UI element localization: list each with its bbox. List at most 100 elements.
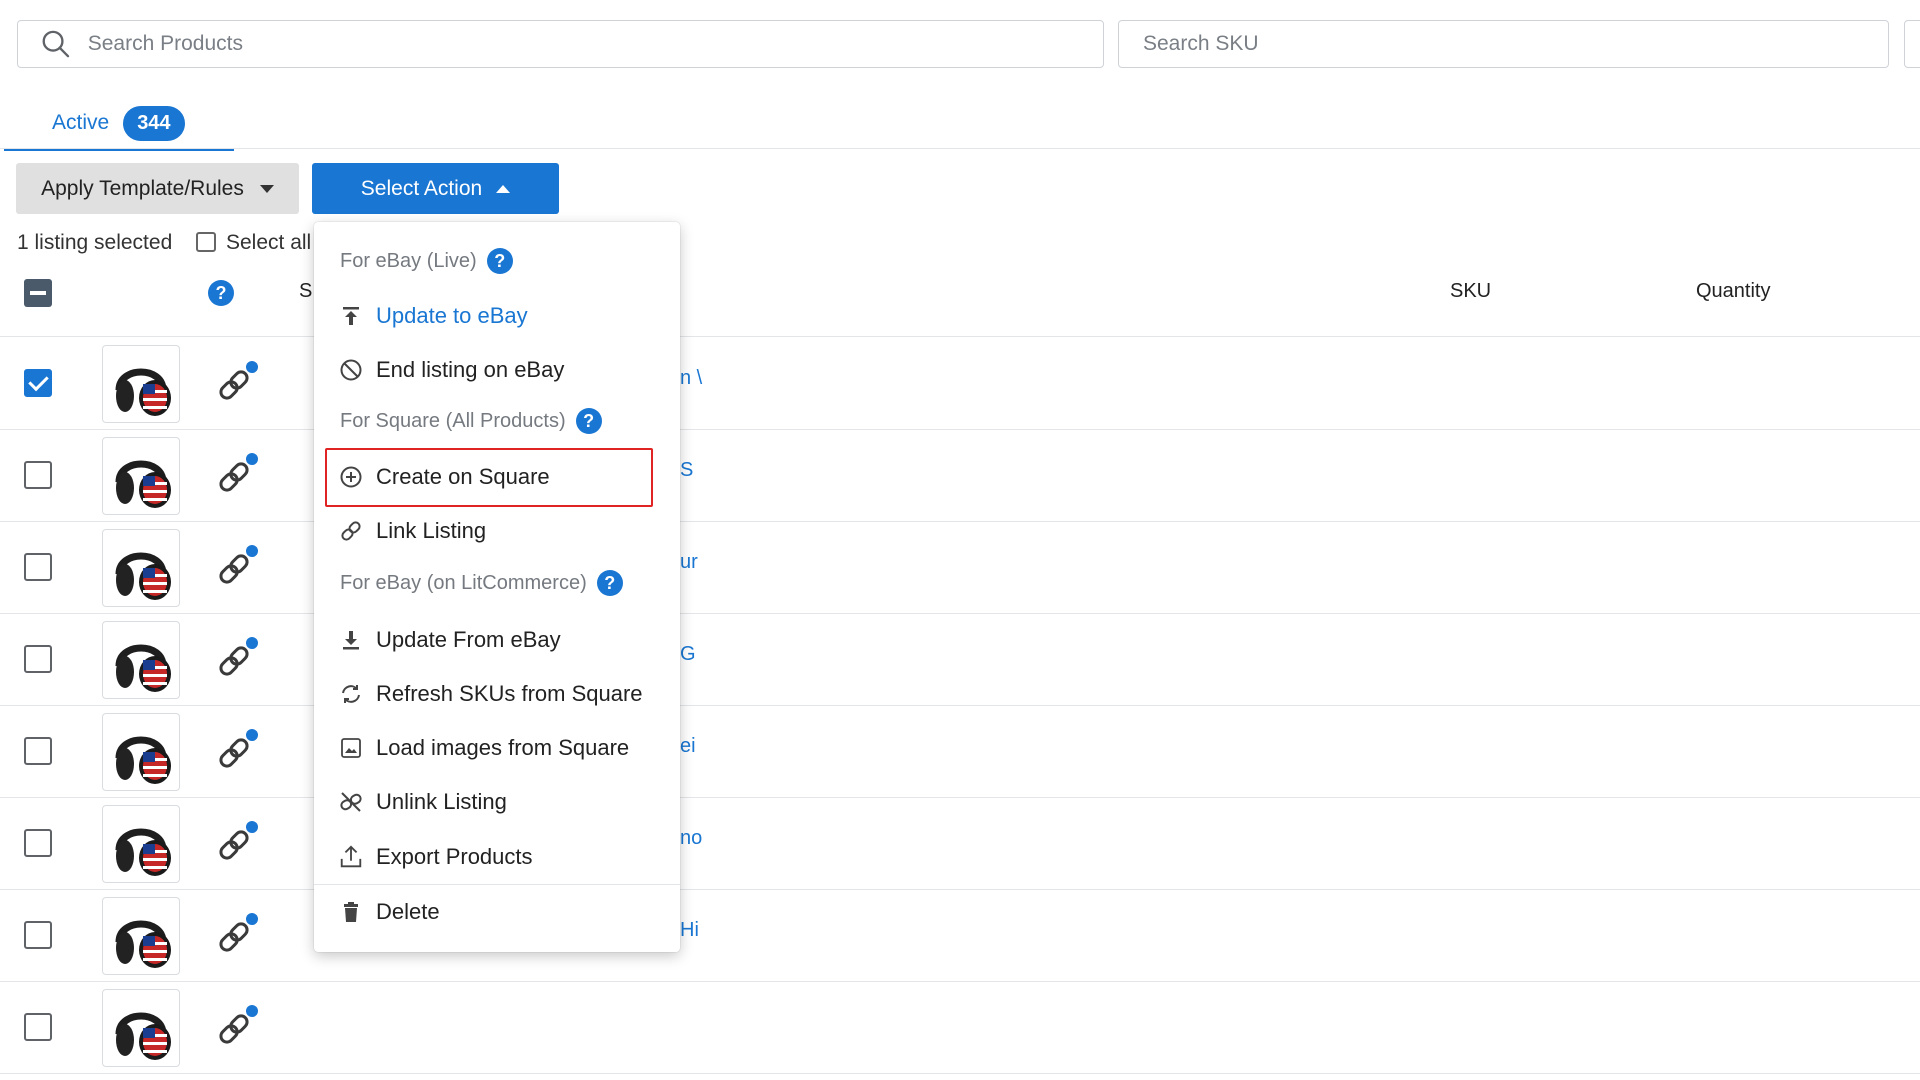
select-action-menu: For eBay (Live) ? Update to eBay End lis… [314, 222, 680, 952]
table-row[interactable]: ei [0, 705, 1920, 798]
row-checkbox[interactable] [24, 645, 52, 673]
row-checkbox[interactable] [24, 1013, 52, 1041]
search-icon [42, 30, 70, 58]
bulk-select-checkbox[interactable] [24, 279, 52, 307]
menu-group-ebay-live: For eBay (Live) ? [340, 248, 513, 274]
help-icon[interactable]: ? [208, 280, 234, 306]
menu-item-update-to-ebay[interactable]: Update to eBay [338, 298, 528, 334]
linked-status-icon[interactable] [212, 633, 262, 683]
table-row[interactable]: G [0, 613, 1920, 706]
menu-item-load-images[interactable]: Load images from Square [338, 730, 629, 766]
column-header-partial: S [299, 280, 313, 302]
row-checkbox[interactable] [24, 553, 52, 581]
select-action-button[interactable]: Select Action [312, 163, 559, 214]
linked-status-icon[interactable] [212, 541, 262, 591]
selection-status: 1 listing selected [17, 231, 173, 254]
row-checkbox[interactable] [24, 461, 52, 489]
menu-group-ebay-live-label: For eBay (Live) [340, 249, 477, 272]
menu-item-update-from-ebay-label: Update From eBay [376, 627, 561, 652]
headphones-image [115, 920, 171, 968]
row-checkbox[interactable] [24, 737, 52, 765]
menu-item-update-from-ebay[interactable]: Update From eBay [338, 622, 561, 658]
select-all-label: Select all [226, 231, 312, 254]
tab-active-count-badge: 344 [123, 105, 185, 141]
table-row[interactable]: ur [0, 521, 1920, 614]
search-sku-bar[interactable] [1118, 20, 1889, 68]
caret-down-icon [259, 184, 274, 193]
link-icon [338, 518, 364, 544]
refresh-icon [338, 681, 364, 707]
headphones-image [115, 1012, 171, 1060]
headphones-image [115, 828, 171, 876]
menu-item-export-products[interactable]: Export Products [338, 839, 533, 875]
headphones-image [115, 736, 171, 784]
linked-status-icon[interactable] [212, 357, 262, 407]
menu-item-link-listing[interactable]: Link Listing [338, 513, 486, 549]
column-header-sku[interactable]: SKU [1450, 280, 1491, 303]
export-icon [338, 844, 364, 870]
apply-template-rules-label: Apply Template/Rules [41, 176, 244, 200]
product-thumbnail[interactable] [102, 621, 180, 699]
table-row[interactable]: Hi [0, 889, 1920, 982]
linked-status-icon[interactable] [212, 1001, 262, 1051]
menu-item-refresh-skus[interactable]: Refresh SKUs from Square [338, 676, 643, 712]
menu-item-refresh-skus-label: Refresh SKUs from Square [376, 681, 643, 706]
trash-icon [338, 899, 364, 925]
headphones-image [115, 368, 171, 416]
search-sku-input[interactable] [1141, 31, 1888, 57]
menu-item-create-on-square[interactable]: Create on Square [338, 459, 550, 495]
row-title-peek: ur [680, 551, 698, 573]
product-thumbnail[interactable] [102, 805, 180, 883]
product-thumbnail[interactable] [102, 989, 180, 1067]
tab-active[interactable]: Active 344 [4, 98, 234, 151]
menu-item-delete[interactable]: Delete [338, 894, 440, 930]
menu-item-link-listing-label: Link Listing [376, 518, 487, 543]
upload-icon [338, 303, 364, 329]
menu-group-ebay-litcommerce-label: For eBay (on LitCommerce) [340, 571, 587, 594]
menu-item-unlink-listing[interactable]: Unlink Listing [338, 784, 507, 820]
tab-divider [0, 148, 1920, 149]
table-row[interactable] [0, 981, 1920, 1074]
row-checkbox[interactable] [24, 369, 52, 397]
row-title-peek: S [680, 459, 694, 481]
menu-item-load-images-label: Load images from Square [376, 735, 630, 760]
product-thumbnail[interactable] [102, 437, 180, 515]
menu-item-end-listing-on-ebay[interactable]: End listing on eBay [338, 352, 564, 388]
column-header-quantity[interactable]: Quantity [1696, 280, 1770, 303]
product-thumbnail[interactable] [102, 897, 180, 975]
select-all-checkbox[interactable] [196, 232, 216, 252]
row-title-peek: no [680, 827, 703, 849]
headphones-image [115, 552, 171, 600]
table-row[interactable]: S [0, 429, 1920, 522]
search-extra-bar[interactable] [1904, 20, 1920, 68]
product-thumbnail[interactable] [102, 345, 180, 423]
headphones-image [115, 460, 171, 508]
help-icon[interactable]: ? [486, 248, 513, 274]
row-title-peek: ei [680, 735, 696, 757]
linked-status-icon[interactable] [212, 817, 262, 867]
apply-template-rules-button[interactable]: Apply Template/Rules [16, 163, 299, 214]
tab-active-label: Active [52, 111, 110, 134]
select-action-label: Select Action [360, 176, 483, 200]
help-icon[interactable]: ? [596, 570, 623, 596]
linked-status-icon[interactable] [212, 725, 262, 775]
row-title-peek: n \ [680, 367, 703, 389]
download-icon [338, 627, 364, 653]
menu-item-end-listing-on-ebay-label: End listing on eBay [376, 357, 565, 382]
add-circle-icon [338, 464, 364, 490]
search-products-bar[interactable] [17, 20, 1104, 68]
caret-up-icon [496, 184, 511, 193]
table-row[interactable]: n \ [0, 337, 1920, 430]
product-thumbnail[interactable] [102, 529, 180, 607]
help-icon[interactable]: ? [575, 408, 602, 434]
table-row[interactable]: no [0, 797, 1920, 890]
menu-item-unlink-listing-label: Unlink Listing [376, 789, 507, 814]
product-thumbnail[interactable] [102, 713, 180, 791]
row-checkbox[interactable] [24, 921, 52, 949]
search-products-input[interactable] [85, 31, 1103, 57]
menu-group-square-all: For Square (All Products) ? [340, 408, 602, 434]
row-checkbox[interactable] [24, 829, 52, 857]
linked-status-icon[interactable] [212, 909, 262, 959]
menu-item-create-on-square-label: Create on Square [376, 464, 550, 489]
linked-status-icon[interactable] [212, 449, 262, 499]
